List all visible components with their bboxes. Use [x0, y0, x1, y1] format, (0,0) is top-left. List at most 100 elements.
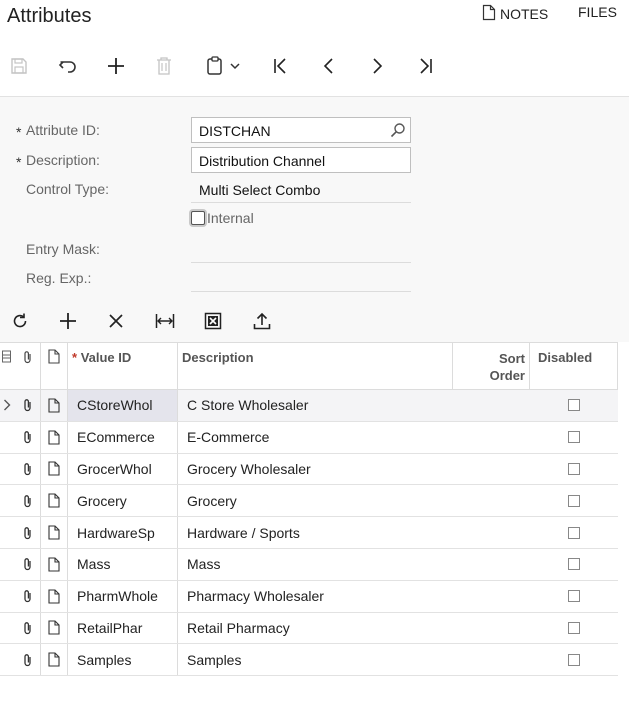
paperclip-icon[interactable] [18, 644, 38, 675]
table-row[interactable]: PharmWhole Pharmacy Wholesaler [0, 580, 618, 613]
disabled-cell[interactable] [530, 422, 618, 453]
paperclip-icon[interactable] [18, 613, 38, 644]
description-cell[interactable]: Grocery Wholesaler [178, 454, 453, 485]
description-field[interactable]: Distribution Channel [191, 147, 411, 173]
note-icon[interactable] [42, 517, 66, 548]
note-icon[interactable] [42, 644, 66, 675]
value-id-cell[interactable]: Samples [68, 644, 178, 675]
paperclip-icon[interactable] [18, 581, 38, 612]
sort-order-cell[interactable] [453, 644, 530, 675]
paperclip-icon[interactable] [18, 390, 38, 421]
next-record-button[interactable] [362, 48, 392, 84]
notes-link[interactable]: NOTES [482, 4, 548, 24]
row-selector[interactable] [0, 517, 14, 548]
disabled-checkbox[interactable] [568, 653, 580, 666]
value-id-cell[interactable]: GrocerWhol [68, 454, 178, 485]
previous-record-button[interactable] [314, 48, 344, 84]
delete-row-button[interactable] [101, 305, 131, 337]
table-row[interactable]: Mass Mass [0, 548, 618, 581]
table-row[interactable]: Grocery Grocery [0, 485, 618, 518]
row-selector[interactable] [0, 581, 14, 612]
value-id-cell[interactable]: PharmWhole [68, 581, 178, 612]
sort-order-cell[interactable] [453, 581, 530, 612]
row-selector[interactable] [0, 613, 14, 644]
row-selector[interactable] [0, 454, 14, 485]
sort-order-cell[interactable] [453, 485, 530, 516]
table-row[interactable]: Samples Samples [0, 644, 618, 677]
disabled-cell[interactable] [530, 613, 618, 644]
row-selector-header-icon[interactable] [0, 343, 14, 389]
disabled-checkbox[interactable] [568, 431, 580, 444]
description-cell[interactable]: C Store Wholesaler [178, 390, 453, 421]
add-row-button[interactable] [53, 305, 83, 337]
internal-checkbox-group[interactable]: Internal [191, 210, 254, 226]
sort-order-cell[interactable] [453, 549, 530, 580]
disabled-cell[interactable] [530, 549, 618, 580]
disabled-checkbox[interactable] [568, 399, 580, 412]
table-row[interactable]: ECommerce E-Commerce [0, 421, 618, 454]
disabled-cell[interactable] [530, 581, 618, 612]
clipboard-button[interactable] [198, 48, 248, 84]
refresh-button[interactable] [5, 305, 35, 337]
files-link[interactable]: FILES [578, 4, 617, 20]
note-icon[interactable] [42, 390, 66, 421]
search-icon[interactable] [390, 122, 406, 141]
sort-order-cell[interactable] [453, 517, 530, 548]
table-row[interactable]: GrocerWhol Grocery Wholesaler [0, 453, 618, 486]
disabled-cell[interactable] [530, 517, 618, 548]
description-column-header[interactable]: Description [182, 343, 254, 389]
row-selector-chevron-icon[interactable] [0, 390, 14, 421]
sort-order-cell[interactable] [453, 454, 530, 485]
first-record-button[interactable] [266, 48, 296, 84]
reg-exp-field[interactable] [191, 291, 411, 292]
disabled-column-header[interactable]: Disabled [538, 343, 592, 389]
disabled-cell[interactable] [530, 454, 618, 485]
disabled-checkbox[interactable] [568, 590, 580, 603]
disabled-cell[interactable] [530, 644, 618, 675]
value-id-cell[interactable]: ECommerce [68, 422, 178, 453]
value-id-column-header[interactable]: * Value ID [72, 343, 131, 389]
disabled-cell[interactable] [530, 390, 618, 421]
note-icon[interactable] [42, 581, 66, 612]
control-type-field[interactable]: Multi Select Combo [191, 177, 411, 203]
disabled-checkbox[interactable] [568, 494, 580, 507]
sort-order-cell[interactable] [453, 613, 530, 644]
sort-order-column-header[interactable]: Sort Order [470, 343, 525, 389]
add-button[interactable] [101, 48, 131, 84]
delete-button[interactable] [149, 48, 179, 84]
description-cell[interactable]: Pharmacy Wholesaler [178, 581, 453, 612]
upload-button[interactable] [247, 305, 277, 337]
description-cell[interactable]: E-Commerce [178, 422, 453, 453]
note-icon[interactable] [42, 485, 66, 516]
table-row[interactable]: HardwareSp Hardware / Sports [0, 517, 618, 549]
save-button[interactable] [4, 48, 34, 84]
row-selector[interactable] [0, 644, 14, 675]
paperclip-icon[interactable] [18, 485, 38, 516]
row-selector[interactable] [0, 422, 14, 453]
sort-order-cell[interactable] [453, 390, 530, 421]
row-selector[interactable] [0, 549, 14, 580]
table-row[interactable]: RetailPhar Retail Pharmacy [0, 612, 618, 645]
sort-order-cell[interactable] [453, 422, 530, 453]
paperclip-icon[interactable] [18, 454, 38, 485]
disabled-cell[interactable] [530, 485, 618, 516]
description-cell[interactable]: Grocery [178, 485, 453, 516]
note-icon[interactable] [42, 549, 66, 580]
disabled-checkbox[interactable] [568, 558, 580, 571]
value-id-cell[interactable]: Grocery [68, 485, 178, 516]
value-id-cell[interactable]: CStoreWhol [68, 390, 178, 421]
row-selector[interactable] [0, 485, 14, 516]
value-id-cell[interactable]: RetailPhar [68, 613, 178, 644]
export-excel-button[interactable] [198, 305, 228, 337]
internal-checkbox[interactable] [191, 211, 205, 225]
paperclip-icon[interactable] [18, 549, 38, 580]
note-icon[interactable] [42, 422, 66, 453]
paperclip-icon[interactable] [18, 517, 38, 548]
value-id-cell[interactable]: Mass [68, 549, 178, 580]
fit-columns-button[interactable] [150, 305, 180, 337]
disabled-checkbox[interactable] [568, 462, 580, 475]
disabled-checkbox[interactable] [568, 526, 580, 539]
paperclip-icon[interactable] [18, 422, 38, 453]
last-record-button[interactable] [410, 48, 440, 84]
description-cell[interactable]: Retail Pharmacy [178, 613, 453, 644]
